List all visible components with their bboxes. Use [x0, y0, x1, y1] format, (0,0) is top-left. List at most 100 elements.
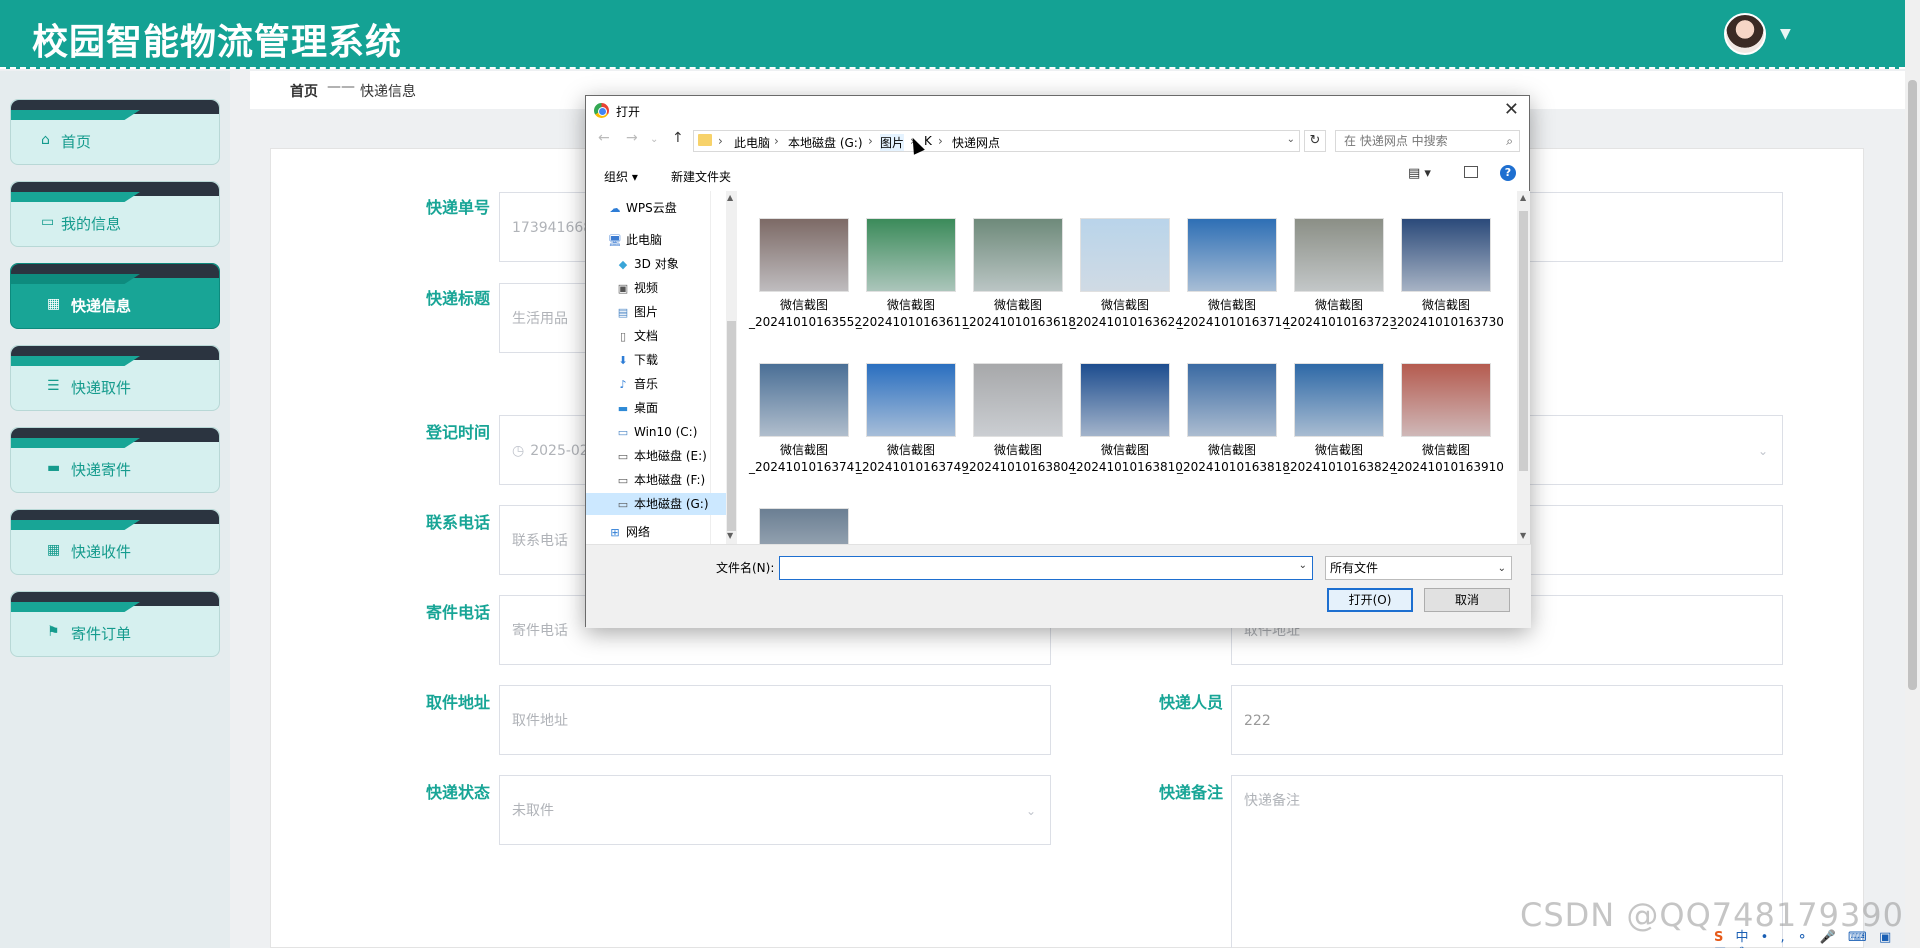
- pickup-addr-input[interactable]: 取件地址: [499, 685, 1051, 755]
- organize-button[interactable]: 组织 ▾: [604, 168, 638, 185]
- file-name: 微信截图_20241010163818: [1177, 443, 1290, 474]
- nav-item-this-pc[interactable]: 🖥 此电脑: [608, 229, 662, 251]
- nav-item-drive-f[interactable]: ▭ 本地磁盘 (F:): [616, 469, 705, 491]
- chevron-down-icon[interactable]: ⌄: [1299, 560, 1307, 571]
- breadcrumb-home[interactable]: 首页: [290, 81, 318, 101]
- up-arrow-icon[interactable]: ↑: [672, 130, 684, 146]
- refresh-icon[interactable]: ↻: [1304, 130, 1326, 152]
- scroll-up-icon[interactable]: ▲: [1520, 193, 1526, 202]
- scroll-up-icon[interactable]: ▲: [727, 193, 733, 202]
- nav-scroll-thumb[interactable]: [727, 321, 736, 531]
- nav-item-drive-e[interactable]: ▭ 本地磁盘 (E:): [616, 445, 707, 467]
- sogou-icon[interactable]: S: [1714, 930, 1727, 945]
- file-list: 微信截图_20241010163552 微信截图_20241010163611 …: [741, 191, 1517, 544]
- sidebar-item-express-send[interactable]: ▬ 快递寄件: [10, 427, 220, 493]
- file-item[interactable]: 微信截图_20241010163624: [1070, 218, 1183, 354]
- chevron-down-icon: ⌄: [1497, 563, 1506, 574]
- status-select[interactable]: 未取件 ⌄: [499, 775, 1051, 845]
- address-segment[interactable]: 图片: [880, 134, 905, 151]
- file-item[interactable]: 微信截图_20241010163618: [963, 218, 1076, 354]
- recent-dropdown-icon[interactable]: ⌄: [650, 134, 658, 145]
- drive-icon: ▭: [617, 498, 629, 511]
- file-item[interactable]: 微信截图_20241010163804: [963, 363, 1076, 499]
- user-avatar[interactable]: [1724, 13, 1766, 55]
- scroll-down-icon[interactable]: ▼: [727, 531, 733, 540]
- nav-item-drive-c[interactable]: ▭ Win10 (C:): [616, 421, 698, 443]
- nav-item-drive-g[interactable]: ▭ 本地磁盘 (G:): [586, 493, 726, 515]
- preview-pane-icon[interactable]: [1464, 166, 1478, 178]
- sidebar-item-express-receive[interactable]: ▦ 快递收件: [10, 509, 220, 575]
- cancel-button[interactable]: 取消: [1424, 588, 1510, 612]
- nav-item-label: 视频: [634, 281, 659, 295]
- home-icon: ⌂: [41, 132, 50, 148]
- view-options-icon[interactable]: ▤ ▾: [1408, 166, 1431, 181]
- address-segment[interactable]: 此电脑: [734, 134, 770, 151]
- page-scrollbar[interactable]: [1905, 0, 1920, 948]
- file-thumbnail: [1080, 363, 1170, 437]
- nav-item-3d-objects[interactable]: ◆ 3D 对象: [616, 253, 679, 275]
- sidebar-item-send-orders[interactable]: ⚑ 寄件订单: [10, 591, 220, 657]
- sidebar-item-express-pickup[interactable]: ☰ 快递取件: [10, 345, 220, 411]
- nav-item-downloads[interactable]: ⬇ 下载: [616, 349, 658, 371]
- nav-item-music[interactable]: ♪ 音乐: [616, 373, 658, 395]
- nav-item-videos[interactable]: ▣ 视频: [616, 277, 658, 299]
- open-button[interactable]: 打开(O): [1327, 588, 1413, 612]
- sidebar-item-label: 快递取件: [71, 379, 132, 397]
- tracking-no-label: 快递单号: [426, 198, 491, 217]
- file-item[interactable]: 微信截图_20241010163611: [856, 218, 969, 354]
- title-label: 快递标题: [426, 289, 491, 308]
- cloud-icon: ☁: [609, 202, 621, 215]
- forward-arrow-icon[interactable]: →: [626, 130, 638, 146]
- chevron-down-icon[interactable]: ▼: [1780, 26, 1791, 42]
- file-item[interactable]: 微信截图_20241010163730: [1391, 218, 1504, 354]
- page-scrollbar-thumb[interactable]: [1908, 80, 1917, 690]
- file-item[interactable]: 微信截图_20241010163714: [1177, 218, 1290, 354]
- address-segment[interactable]: K: [924, 134, 932, 148]
- sidebar-item-home[interactable]: ⌂ 首页: [10, 99, 220, 165]
- chevron-right-icon: ›: [774, 134, 779, 148]
- ime-toolbar[interactable]: S 中 • , ⚬ 🎤 ⌨ ▣ ▦ ✎: [1714, 926, 1904, 948]
- filetype-select[interactable]: 所有文件 ⌄: [1325, 556, 1512, 580]
- file-item[interactable]: 微信截图_20241010163810: [1070, 363, 1183, 499]
- file-scroll-thumb[interactable]: [1519, 211, 1528, 471]
- address-segment[interactable]: 本地磁盘 (G:): [788, 134, 863, 151]
- address-segment[interactable]: 快递网点: [952, 134, 1000, 151]
- help-icon[interactable]: ?: [1500, 165, 1516, 181]
- file-item[interactable]: 微信截图_20241010163910: [1391, 363, 1504, 499]
- scroll-down-icon[interactable]: ▼: [1520, 531, 1526, 540]
- chevron-down-icon[interactable]: ⌄: [1287, 134, 1295, 145]
- chevron-down-icon: ⌄: [1757, 444, 1768, 458]
- file-item[interactable]: 微信截图_20241010163741: [749, 363, 862, 499]
- sidebar-item-my-info[interactable]: ▭ 我的信息: [10, 181, 220, 247]
- back-arrow-icon[interactable]: ←: [598, 130, 610, 146]
- sidebar-item-label: 我的信息: [61, 215, 122, 233]
- network-icon: ⊞: [610, 526, 620, 539]
- file-item[interactable]: [749, 508, 849, 544]
- file-item[interactable]: 微信截图_20241010163749: [856, 363, 969, 499]
- file-list-scrollbar[interactable]: ▲ ▼: [1517, 191, 1530, 544]
- sidebar-item-express-info[interactable]: ▦ 快递信息: [10, 263, 220, 329]
- nav-item-wps-cloud[interactable]: ☁ WPS云盘: [608, 197, 677, 219]
- nav-item-label: 本地磁盘 (E:): [634, 449, 707, 463]
- file-name: 微信截图_20241010163723: [1284, 298, 1397, 329]
- courier-input[interactable]: 222: [1231, 685, 1783, 755]
- close-icon[interactable]: ✕: [1504, 99, 1519, 120]
- new-folder-button[interactable]: 新建文件夹: [671, 168, 731, 185]
- address-bar[interactable]: › 此电脑 › 本地磁盘 (G:) › 图片 › K › 快递网点 ⌄: [693, 130, 1300, 152]
- file-item[interactable]: 微信截图_20241010163824: [1284, 363, 1397, 499]
- file-item[interactable]: 微信截图_20241010163818: [1177, 363, 1290, 499]
- chevron-right-icon: ›: [868, 134, 873, 148]
- nav-item-documents[interactable]: ▯ 文档: [616, 325, 658, 347]
- search-input[interactable]: 在 快递网点 中搜索 ⌕: [1335, 130, 1520, 152]
- picture-icon: ▤: [617, 306, 629, 319]
- nav-pane-scrollbar[interactable]: ▲ ▼: [726, 191, 737, 544]
- status-value: 未取件: [512, 803, 554, 819]
- file-item[interactable]: 微信截图_20241010163552: [749, 218, 862, 354]
- file-thumbnail: [1187, 218, 1277, 292]
- nav-item-desktop[interactable]: ▬ 桌面: [616, 397, 658, 419]
- filename-input[interactable]: ⌄: [779, 556, 1313, 580]
- nav-item-network[interactable]: ⊞ 网络: [608, 521, 650, 543]
- file-name: 微信截图_20241010163730: [1391, 298, 1504, 329]
- file-item[interactable]: 微信截图_20241010163723: [1284, 218, 1397, 354]
- nav-item-pictures[interactable]: ▤ 图片: [616, 301, 658, 323]
